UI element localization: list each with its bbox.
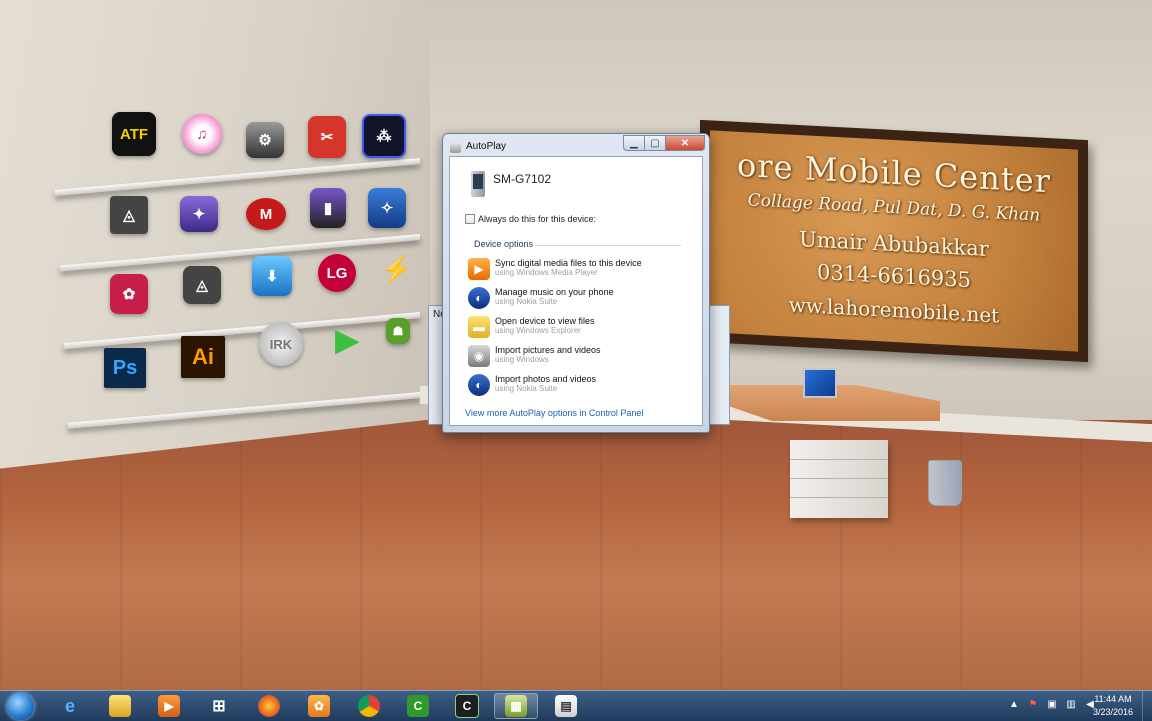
taskbar-clock[interactable]: 11:44 AM 3/23/2016 <box>1087 693 1139 719</box>
control-panel-link[interactable]: View more AutoPlay options in Control Pa… <box>465 408 643 418</box>
always-do-checkbox[interactable] <box>465 214 475 224</box>
option-import-pictures[interactable]: ◉ Import pictures and videos using Windo… <box>464 344 694 370</box>
option-sublabel: using Windows <box>495 355 549 364</box>
taskbar-item-camtasia[interactable]: C <box>445 693 489 719</box>
section-divider <box>535 245 681 246</box>
taskbar-item-calculator[interactable]: ▤ <box>544 693 588 719</box>
cloud-tool-2-icon[interactable]: ◬ <box>183 266 221 304</box>
recycle-bin-icon[interactable] <box>928 460 962 506</box>
taskbar-item-apps[interactable]: ⊞ <box>197 693 241 719</box>
dialog-title: AutoPlay <box>466 141 507 152</box>
option-sublabel: using Nokia Suite <box>495 384 558 393</box>
close-button[interactable]: ✕ <box>665 135 705 151</box>
usb-driver-icon[interactable]: ▮ <box>310 188 346 228</box>
camtasia-studio-icon: C <box>455 694 479 718</box>
taskbar-item-camtasia-recorder[interactable]: C <box>396 693 440 719</box>
calculator-icon: ▤ <box>555 695 577 717</box>
always-do-label[interactable]: Always do this for this device: <box>478 214 596 224</box>
photoshop-icon[interactable]: Ps <box>104 348 146 388</box>
autoplay-window-icon <box>450 142 461 153</box>
show-hidden-icons-icon[interactable]: ▲ <box>1008 699 1020 711</box>
taskbar-item-7[interactable]: ▦ <box>494 693 538 719</box>
phone-device-icon <box>471 171 485 197</box>
atf-jtag-icon[interactable]: ATF <box>112 112 156 156</box>
device-manager-icon: ▦ <box>505 695 527 717</box>
android-tool-icon[interactable]: ☗ <box>386 318 410 344</box>
nokia-suite-icon: ◐ <box>468 374 490 396</box>
maximize-button[interactable]: ▢ <box>644 135 666 151</box>
folder-icon: ▬ <box>468 316 490 338</box>
option-label: Import pictures and videos <box>495 345 601 355</box>
camtasia-icon: C <box>407 695 429 717</box>
settings-shield-icon[interactable]: ✧ <box>368 188 406 228</box>
taskbar-item-internet-explorer[interactable]: e <box>48 693 92 719</box>
camera-icon: ◉ <box>468 345 490 367</box>
start-button[interactable] <box>7 693 34 720</box>
cpu-tool-icon[interactable]: ✂ <box>308 116 346 158</box>
clock-time: 11:44 AM <box>1094 694 1132 704</box>
dialog-content: SM-G7102 Always do this for this device:… <box>449 156 703 426</box>
wallpaper-floor <box>0 420 1152 690</box>
option-label: Sync digital media files to this device <box>495 258 642 268</box>
business-sign-board: ore Mobile Center Collage Road, Pul Dat,… <box>700 119 1088 363</box>
option-open-device[interactable]: ▬ Open device to view files using Window… <box>464 315 694 341</box>
shield-app-icon[interactable]: ✦ <box>180 196 218 232</box>
taskbar-item-explorer[interactable] <box>98 693 142 719</box>
option-sublabel: using Windows Media Player <box>495 268 598 277</box>
option-manage-music[interactable]: ◐ Manage music on your phone using Nokia… <box>464 286 694 312</box>
cst-tool-icon[interactable]: ⚙ <box>246 122 284 158</box>
irk-tool-icon[interactable]: IRK <box>259 322 303 366</box>
option-label: Manage music on your phone <box>495 287 614 297</box>
clock-date: 3/23/2016 <box>1092 707 1134 717</box>
taskbar-item-firefox[interactable] <box>247 693 291 719</box>
uc-browser-icon: ✿ <box>308 695 330 717</box>
minimize-button[interactable]: ▁ <box>623 135 645 151</box>
action-center-flag-icon[interactable]: ⚑ <box>1027 699 1039 711</box>
download-manager-icon[interactable]: ⬇ <box>252 256 292 296</box>
firefox-icon <box>258 695 280 717</box>
lg-tool-icon[interactable]: LG <box>318 254 356 292</box>
flash-tool-icon[interactable]: ⚡ <box>381 250 413 288</box>
internet-explorer-icon: e <box>64 695 75 716</box>
option-import-photos[interactable]: ◐ Import photos and videos using Nokia S… <box>464 373 694 399</box>
option-label: Open device to view files <box>495 316 595 326</box>
apps-grid-icon: ⊞ <box>212 698 226 715</box>
device-name: SM-G7102 <box>493 172 552 186</box>
play-tool-icon[interactable]: ▶ <box>330 322 364 358</box>
desk-drawer <box>790 440 888 518</box>
blackberry-icon[interactable]: ⁂ <box>362 114 406 158</box>
illustrator-icon[interactable]: Ai <box>181 336 225 378</box>
taskbar-item-chrome[interactable] <box>347 693 391 719</box>
cloud-tool-icon[interactable]: ◬ <box>110 196 148 234</box>
option-sync-media[interactable]: ▶ Sync digital media files to this devic… <box>464 257 694 283</box>
network-monitor-icon[interactable]: ▣ <box>1046 699 1058 711</box>
network-icon[interactable]: ▥ <box>1065 699 1077 711</box>
nokia-suite-icon: ◐ <box>468 287 490 309</box>
option-sublabel: using Windows Explorer <box>495 326 581 335</box>
tool-shield-icon[interactable]: ✿ <box>110 274 148 314</box>
taskbar: e ▶ ⊞ ✿ C C ▦ ▤ ▲ ⚑ ▣ ▥ ◀ 11:44 AM 3/23/… <box>0 690 1152 721</box>
mrt-tool-icon[interactable]: M <box>246 198 286 230</box>
media-player-icon: ▶ <box>158 695 180 717</box>
autoplay-dialog[interactable]: AutoPlay ▁ ▢ ✕ SM-G7102 Always do this f… <box>442 133 710 433</box>
chrome-icon <box>358 695 380 717</box>
option-sublabel: using Nokia Suite <box>495 297 558 306</box>
taskbar-item-uc-browser[interactable]: ✿ <box>297 693 341 719</box>
folder-icon <box>109 695 131 717</box>
itunes-icon[interactable]: ♫ <box>182 114 222 154</box>
board-website: ww.lahoremobile.net <box>788 292 1000 328</box>
show-desktop-button[interactable] <box>1142 691 1152 721</box>
windows-media-player-icon: ▶ <box>468 258 490 280</box>
device-options-heading: Device options <box>474 239 534 249</box>
option-label: Import photos and videos <box>495 374 597 384</box>
computer-icon[interactable] <box>803 368 837 398</box>
taskbar-item-media-player[interactable]: ▶ <box>147 693 191 719</box>
